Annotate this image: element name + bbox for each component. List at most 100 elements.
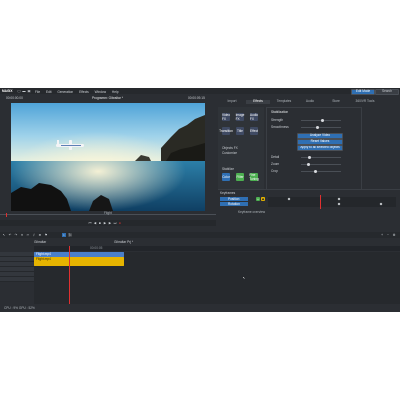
tab-import[interactable]: Import: [220, 100, 244, 104]
keyframe-lane[interactable]: [268, 195, 396, 209]
image-fx-tile[interactable]: Image FX: [236, 113, 244, 121]
tab-store[interactable]: Store: [324, 100, 348, 104]
effect-tile[interactable]: Effect: [250, 127, 258, 135]
clip-label: Flight.mp4: [36, 252, 51, 256]
timeline-tab-arrangement[interactable]: Gibraltar Prj *: [114, 240, 133, 244]
preview-timecode-right: 00:00:09.15: [188, 95, 205, 100]
skip-start-icon[interactable]: ⏮: [88, 221, 92, 225]
fine-tuning-tile[interactable]: Fine Tuning: [249, 173, 259, 181]
video-fx-tile[interactable]: Video FX: [222, 113, 230, 121]
keyframe-overview-tab[interactable]: Keyframe overview: [238, 210, 265, 214]
slider-knob[interactable]: [306, 163, 310, 166]
save-icon[interactable]: ▣: [27, 89, 31, 93]
video-preview[interactable]: [11, 103, 205, 211]
keyframe-marker[interactable]: [379, 202, 383, 206]
track-label: Rotation: [228, 201, 240, 206]
keyframe-marker[interactable]: [337, 197, 341, 201]
video-editor-window: MAGIX ▢ ▬ ▣ File Edit Generation Effects…: [0, 88, 400, 312]
slider-knob[interactable]: [315, 126, 319, 129]
settings-row: Zoom: [271, 162, 357, 167]
track-label: Position: [228, 196, 240, 201]
preview-timecode-left: 00:00:00.00: [6, 95, 23, 100]
keyframe-title: Keyframes: [220, 191, 236, 195]
timeline-tabs: Gibraltar Gibraltar Prj *: [0, 240, 400, 245]
section-stabilize[interactable]: Stabilize: [222, 167, 234, 171]
tab-effects[interactable]: Effects: [246, 100, 270, 104]
timeline-playhead[interactable]: [69, 246, 70, 312]
keyframe-track-position[interactable]: Position: [220, 197, 248, 201]
keyframe-track-rotation[interactable]: Rotation: [220, 202, 248, 206]
title-tile[interactable]: Title: [236, 127, 244, 135]
audio-fx-tile[interactable]: Audio FX: [250, 113, 258, 121]
menu-file[interactable]: File: [35, 90, 40, 94]
record-icon[interactable]: ●: [118, 221, 122, 225]
zoom-out-icon[interactable]: −: [386, 233, 390, 237]
color-tile[interactable]: Color: [222, 173, 230, 181]
preview-title: Programm: Gibraltar *: [92, 95, 123, 100]
track-header-6[interactable]: [0, 277, 34, 282]
section-customize[interactable]: Customize: [222, 151, 237, 155]
new-file-icon[interactable]: ▢: [17, 89, 21, 93]
mouse-mode-icon[interactable]: ↖: [2, 233, 6, 237]
slider-knob[interactable]: [313, 170, 317, 173]
menu-effects[interactable]: Effects: [79, 90, 89, 94]
strength-slider[interactable]: [301, 119, 341, 122]
keyframe-prev-icon[interactable]: ◆: [261, 197, 265, 201]
smoothness-slider[interactable]: [301, 126, 341, 129]
play-icon[interactable]: ▶: [103, 221, 107, 225]
settings-icon[interactable]: ⚙: [392, 233, 396, 237]
tab-vr-tools[interactable]: 360/VR Tools: [350, 100, 380, 104]
status-bar: CPU : 9% GPU : 52%: [0, 304, 400, 312]
track-area[interactable]: Flight.mp4 Flight.mp4 ↖: [34, 246, 400, 312]
keyframe-add-icon[interactable]: +: [256, 197, 260, 201]
settings-row: Crop: [271, 169, 357, 174]
snap-icon[interactable]: ⌁: [62, 233, 66, 237]
slider-knob[interactable]: [308, 156, 312, 159]
crop-slider[interactable]: [301, 170, 341, 173]
zoom-in-icon[interactable]: +: [380, 233, 384, 237]
undo-icon[interactable]: ↶: [8, 233, 12, 237]
settings-row: Smoothness: [271, 125, 357, 130]
app-logo: MAGIX: [2, 88, 13, 93]
zoom-slider[interactable]: [301, 163, 341, 166]
search-button[interactable]: Search: [375, 89, 399, 95]
filter-tile[interactable]: Filter: [236, 173, 244, 181]
section-objects-fx[interactable]: Objects FX: [222, 146, 238, 150]
ruler-timecode: 00:00:05: [90, 246, 103, 250]
delete-icon[interactable]: ✕: [20, 233, 24, 237]
stop-icon[interactable]: ■: [98, 221, 102, 225]
apply-all-button[interactable]: Apply to all selected objects: [297, 145, 343, 151]
audio-clip[interactable]: Flight.mp4: [34, 257, 124, 266]
marker-icon[interactable]: ⚑: [44, 233, 48, 237]
timeline-tab-project[interactable]: Gibraltar: [34, 240, 46, 244]
keyframe-marker[interactable]: [287, 197, 291, 201]
menu-window[interactable]: Window: [95, 90, 106, 94]
slider-knob[interactable]: [321, 119, 325, 122]
insert-icon[interactable]: ⊕: [38, 233, 42, 237]
timeline-ruler[interactable]: 00:00:05: [34, 246, 400, 251]
next-frame-icon[interactable]: ▶: [108, 221, 112, 225]
tab-templates[interactable]: Templates: [272, 100, 296, 104]
settings-row: Strength: [271, 118, 357, 123]
prev-frame-icon[interactable]: ◀: [93, 221, 97, 225]
menu-edit[interactable]: Edit: [46, 90, 52, 94]
keyframe-playhead[interactable]: [320, 195, 321, 209]
edit-mode-button[interactable]: Edit Mode: [351, 89, 375, 95]
link-icon[interactable]: ⛓: [68, 233, 72, 237]
media-pool-tabs: Import Effects Templates Audio Store 360…: [218, 100, 400, 105]
cut-icon[interactable]: ✂: [26, 233, 30, 237]
menu-generation[interactable]: Generation: [57, 90, 73, 94]
keyframe-marker[interactable]: [337, 202, 341, 206]
split-icon[interactable]: ⫽: [32, 233, 36, 237]
menu-help[interactable]: Help: [112, 90, 119, 94]
redo-icon[interactable]: ↷: [14, 233, 18, 237]
preview-playhead[interactable]: [6, 212, 7, 217]
video-clip[interactable]: Flight.mp4: [34, 252, 124, 257]
transition-tile[interactable]: Transition: [219, 127, 233, 135]
detail-slider[interactable]: [301, 156, 341, 159]
skip-end-icon[interactable]: ⏭: [113, 221, 117, 225]
preview-header: 00:00:00.00 Programm: Gibraltar * 00:00:…: [0, 95, 216, 101]
open-folder-icon[interactable]: ▬: [22, 89, 26, 93]
tab-audio[interactable]: Audio: [298, 100, 322, 104]
settings-row: Detail: [271, 155, 357, 160]
